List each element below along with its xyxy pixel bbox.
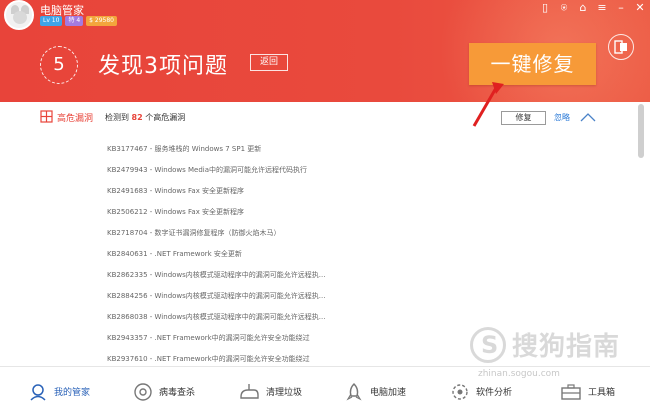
grid-icon xyxy=(40,110,53,123)
level-badge[interactable]: Lv 10 xyxy=(40,16,63,26)
close-icon[interactable]: ✕ xyxy=(634,2,646,14)
nav-cleanup[interactable]: 清理垃圾 xyxy=(238,367,302,415)
nav-speed-up[interactable]: 电脑加速 xyxy=(344,367,406,415)
scrollbar-thumb[interactable] xyxy=(638,104,644,158)
section-header xyxy=(0,102,650,132)
section-title: 高危漏洞 xyxy=(57,114,94,124)
watermark-text: 搜狗指南 xyxy=(512,332,621,362)
rocket-icon xyxy=(346,382,362,400)
exit-button[interactable] xyxy=(608,34,634,60)
back-button[interactable]: 返回 xyxy=(250,54,288,71)
list-item[interactable]: KB2479943 - Windows Media中的漏洞可能允许远程代码执行 xyxy=(107,165,307,175)
fix-all-button[interactable]: 一键修复 xyxy=(469,43,596,85)
section-subtitle: 检测到 82 个高危漏洞 xyxy=(105,112,185,123)
avatar[interactable] xyxy=(4,0,34,30)
watermark-url: zhinan.sogou.com xyxy=(478,369,560,379)
nav-label: 软件分析 xyxy=(476,388,513,398)
minimize-icon[interactable]: – xyxy=(615,2,627,14)
list-item[interactable]: KB3177467 - 服务堆栈的 Windows 7 SP1 更新 xyxy=(107,144,261,154)
nav-my-keeper[interactable]: 我的管家 xyxy=(28,367,90,415)
watermark: 搜狗指南 xyxy=(470,326,620,363)
nav-toolbox[interactable]: 工具箱 xyxy=(560,367,615,415)
chevron-up-icon[interactable] xyxy=(580,111,596,123)
subtitle-suffix: 个高危漏洞 xyxy=(145,113,186,122)
exit-icon xyxy=(614,40,627,54)
window-controls: ▯ ⍟ ⌂ ≡ – ✕ xyxy=(539,2,646,14)
list-item[interactable]: KB2840631 - .NET Framework 安全更新 xyxy=(107,249,242,259)
cleanup-icon xyxy=(240,383,259,399)
nav-label: 工具箱 xyxy=(588,388,616,398)
nav-label: 我的管家 xyxy=(54,388,91,398)
nav-label: 病毒查杀 xyxy=(159,388,196,398)
privilege-badge[interactable]: 特 4 xyxy=(65,16,84,26)
scrollbar[interactable] xyxy=(638,104,644,364)
menu-icon[interactable]: ≡ xyxy=(596,2,608,14)
header-banner: 电脑管家 Lv 10 特 4 $ 29580 ▯ ⍟ ⌂ ≡ – ✕ 5 发现3… xyxy=(0,0,650,102)
phone-icon[interactable]: ▯ xyxy=(539,2,551,14)
list-item[interactable]: KB2862335 - Windows内核模式驱动程序中的漏洞可能允许远程执..… xyxy=(107,270,325,280)
software-analysis-icon xyxy=(452,383,468,400)
house-keeper-icon xyxy=(30,383,46,401)
list-item[interactable]: KB2491683 - Windows Fax 安全更新程序 xyxy=(107,186,244,196)
subtitle-prefix: 检测到 xyxy=(105,113,129,122)
issue-count-circle: 5 xyxy=(40,46,78,84)
list-item[interactable]: KB2937610 - .NET Framework中的漏洞可能允许安全功能绕过 xyxy=(107,354,310,364)
shield-icon[interactable]: ⍟ xyxy=(558,2,570,14)
list-item[interactable]: KB2506212 - Windows Fax 安全更新程序 xyxy=(107,207,244,217)
repair-button[interactable]: 修复 xyxy=(501,111,546,125)
nav-virus-scan[interactable]: 病毒查杀 xyxy=(133,367,195,415)
list-item[interactable]: KB2943357 - .NET Framework中的漏洞可能允许安全功能绕过 xyxy=(107,333,310,343)
nav-label: 电脑加速 xyxy=(370,388,407,398)
list-item[interactable]: KB2884256 - Windows内核模式驱动程序中的漏洞可能允许远程执..… xyxy=(107,291,325,301)
toolbox-icon xyxy=(561,383,581,400)
shirt-icon[interactable]: ⌂ xyxy=(577,2,589,14)
user-badges: Lv 10 特 4 $ 29580 xyxy=(40,16,117,26)
sogou-logo-icon xyxy=(470,326,506,363)
coin-badge[interactable]: $ 29580 xyxy=(86,16,117,26)
list-item[interactable]: KB2868038 - Windows内核模式驱动程序中的漏洞可能允许远程执..… xyxy=(107,312,325,322)
virus-scan-icon xyxy=(134,382,152,401)
ignore-link[interactable]: 忽略 xyxy=(554,112,570,123)
list-item[interactable]: KB2718704 - 数字证书漏洞修复程序（防御火焰木马） xyxy=(107,228,281,238)
bottom-nav: 我的管家 病毒查杀 清理垃圾 电脑加速 软件分析 工具箱 zhinan.sogo… xyxy=(0,366,650,415)
page-title: 发现3项问题 xyxy=(98,54,228,79)
nav-label: 清理垃圾 xyxy=(266,388,303,398)
vulnerability-count: 82 xyxy=(131,113,143,122)
